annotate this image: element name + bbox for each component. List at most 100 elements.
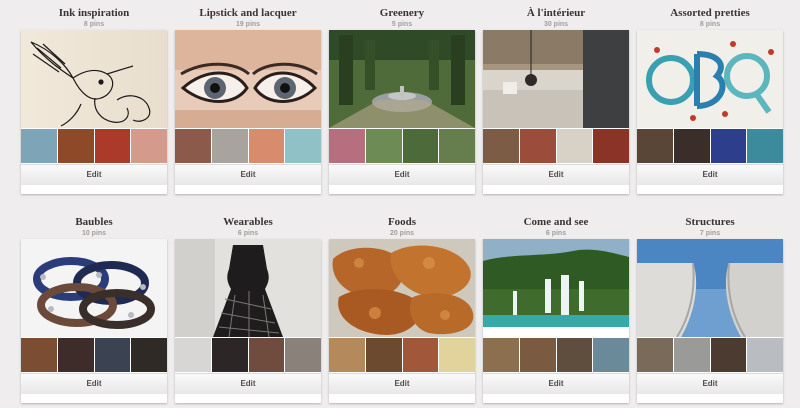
board-cover-image[interactable] <box>21 30 167 128</box>
board-card[interactable]: Edit <box>329 30 475 194</box>
thumbnail[interactable] <box>402 129 439 163</box>
board-thumbnails <box>21 338 167 372</box>
board-title[interactable]: Structures <box>627 215 793 229</box>
edit-button[interactable]: Edit <box>175 373 321 394</box>
thumbnail[interactable] <box>519 129 556 163</box>
board-title[interactable]: Come and see <box>473 215 639 229</box>
pin-count: 7 pins <box>699 230 721 237</box>
edit-button[interactable]: Edit <box>637 164 783 185</box>
thumbnail[interactable] <box>175 338 211 372</box>
thumbnail[interactable] <box>211 338 248 372</box>
board-card[interactable]: Edit <box>329 239 475 403</box>
board-thumbnails <box>637 129 783 163</box>
board-cover-image[interactable] <box>329 30 475 128</box>
pin-count: 8 pins <box>699 21 721 28</box>
thumbnail[interactable] <box>637 129 673 163</box>
pin-count: 30 pins <box>543 21 569 28</box>
thumbnail[interactable] <box>483 338 519 372</box>
board-cover-image[interactable] <box>21 239 167 337</box>
thumbnail[interactable] <box>211 129 248 163</box>
edit-button[interactable]: Edit <box>21 373 167 394</box>
thumbnail[interactable] <box>285 129 321 163</box>
thumbnail[interactable] <box>175 129 211 163</box>
board-title[interactable]: Lipstick and lacquer <box>165 6 331 20</box>
thumbnail[interactable] <box>673 129 710 163</box>
thumbnail[interactable] <box>593 129 629 163</box>
thumbnail[interactable] <box>94 338 131 372</box>
thumbnail[interactable] <box>519 338 556 372</box>
pin-count: 6 pins <box>237 230 259 237</box>
edit-button[interactable]: Edit <box>329 164 475 185</box>
thumbnail[interactable] <box>593 338 629 372</box>
thumbnail[interactable] <box>285 338 321 372</box>
thumbnail[interactable] <box>402 338 439 372</box>
board-thumbnails <box>329 129 475 163</box>
thumbnail[interactable] <box>94 129 131 163</box>
thumbnail[interactable] <box>439 338 475 372</box>
board-thumbnails <box>329 338 475 372</box>
board-title[interactable]: Greenery <box>319 6 485 20</box>
pin-count: 6 pins <box>545 230 567 237</box>
edit-button[interactable]: Edit <box>329 373 475 394</box>
board-thumbnails <box>637 338 783 372</box>
thumbnail[interactable] <box>57 129 94 163</box>
board-title[interactable]: Foods <box>319 215 485 229</box>
board-cover-image[interactable] <box>483 30 629 128</box>
thumbnail[interactable] <box>131 129 167 163</box>
board-title[interactable]: Baubles <box>11 215 177 229</box>
board-cover-image[interactable] <box>175 30 321 128</box>
board-title[interactable]: À l'intérieur <box>473 6 639 20</box>
edit-button[interactable]: Edit <box>175 164 321 185</box>
board-card[interactable]: Edit <box>175 30 321 194</box>
board-thumbnails <box>483 129 629 163</box>
board-title[interactable]: Wearables <box>165 215 331 229</box>
board-card[interactable]: Edit <box>483 30 629 194</box>
board-cover-image[interactable] <box>175 239 321 337</box>
board-card[interactable]: Edit <box>21 30 167 194</box>
thumbnail[interactable] <box>248 338 285 372</box>
thumbnail[interactable] <box>21 129 57 163</box>
thumbnail[interactable] <box>365 338 402 372</box>
edit-button[interactable]: Edit <box>21 164 167 185</box>
board-card[interactable]: Edit <box>637 30 783 194</box>
thumbnail[interactable] <box>747 129 783 163</box>
board-cover-image[interactable] <box>483 239 629 337</box>
pin-count: 20 pins <box>389 230 415 237</box>
thumbnail[interactable] <box>365 129 402 163</box>
thumbnail[interactable] <box>329 129 365 163</box>
board-card[interactable]: Edit <box>637 239 783 403</box>
thumbnail[interactable] <box>710 129 747 163</box>
board-cover-image[interactable] <box>637 239 783 337</box>
thumbnail[interactable] <box>21 338 57 372</box>
board-thumbnails <box>175 129 321 163</box>
edit-button[interactable]: Edit <box>637 373 783 394</box>
thumbnail[interactable] <box>57 338 94 372</box>
board-title[interactable]: Assorted pretties <box>627 6 793 20</box>
thumbnail[interactable] <box>556 338 593 372</box>
board-grid: Ink inspiration 8 pins Edit Lipstick and… <box>0 0 800 408</box>
pin-count: 10 pins <box>81 230 107 237</box>
thumbnail[interactable] <box>439 129 475 163</box>
thumbnail[interactable] <box>556 129 593 163</box>
pin-count: 19 pins <box>235 21 261 28</box>
thumbnail[interactable] <box>747 338 783 372</box>
board-thumbnails <box>483 338 629 372</box>
board-card[interactable]: Edit <box>21 239 167 403</box>
thumbnail[interactable] <box>483 129 519 163</box>
board-cover-image[interactable] <box>329 239 475 337</box>
board-title[interactable]: Ink inspiration <box>11 6 177 20</box>
board-card[interactable]: Edit <box>175 239 321 403</box>
pin-count: 8 pins <box>83 21 105 28</box>
board-thumbnails <box>21 129 167 163</box>
board-cover-image[interactable] <box>637 30 783 128</box>
thumbnail[interactable] <box>131 338 167 372</box>
thumbnail[interactable] <box>637 338 673 372</box>
pin-count: 5 pins <box>391 21 413 28</box>
edit-button[interactable]: Edit <box>483 373 629 394</box>
edit-button[interactable]: Edit <box>483 164 629 185</box>
thumbnail[interactable] <box>673 338 710 372</box>
thumbnail[interactable] <box>710 338 747 372</box>
thumbnail[interactable] <box>329 338 365 372</box>
board-card[interactable]: Edit <box>483 239 629 403</box>
thumbnail[interactable] <box>248 129 285 163</box>
